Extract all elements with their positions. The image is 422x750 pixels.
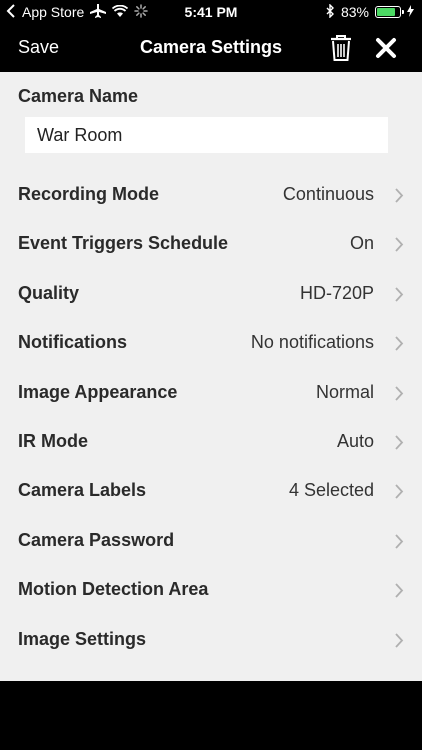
settings-row-notifications[interactable]: Notifications No notifications <box>0 319 422 368</box>
settings-row-label: Notifications <box>18 332 128 353</box>
settings-row-image-appearance[interactable]: Image Appearance Normal <box>0 369 422 418</box>
trash-icon[interactable] <box>329 35 353 61</box>
bluetooth-icon <box>326 2 335 21</box>
status-bar: App Store 5:41 PM 83% <box>0 0 422 24</box>
battery-icon <box>375 6 404 18</box>
settings-row-ir-mode[interactable]: IR Mode Auto <box>0 418 422 467</box>
chevron-right-icon <box>395 385 404 401</box>
settings-row-label: Image Appearance <box>18 381 178 402</box>
settings-row-quality[interactable]: Quality HD-720P <box>0 270 422 319</box>
settings-row-camera-password[interactable]: Camera Password <box>0 517 422 566</box>
chevron-right-icon <box>395 632 404 648</box>
settings-row-label: Camera Password <box>18 529 175 550</box>
settings-row-recording-mode[interactable]: Recording Mode Continuous <box>0 171 422 220</box>
settings-row-label: Recording Mode <box>18 184 160 204</box>
settings-row-value: Auto <box>336 431 374 451</box>
charging-bolt-icon <box>407 4 414 20</box>
settings-row-value: Normal <box>315 381 374 402</box>
bottom-area <box>0 681 422 750</box>
page-title: Camera Settings <box>139 37 283 57</box>
settings-row-event-triggers-schedule[interactable]: Event Triggers Schedule On <box>0 220 422 269</box>
navigation-bar: Save Camera Settings <box>0 24 422 72</box>
settings-row-label: Image Settings <box>18 628 147 649</box>
settings-row-motion-detection-area[interactable]: Motion Detection Area <box>0 566 422 615</box>
close-icon[interactable] <box>374 36 398 60</box>
battery-level <box>377 8 396 16</box>
settings-content: Camera Name Recording Mode Continuous Even… <box>0 72 422 681</box>
settings-row-camera-labels[interactable]: Camera Labels 4 Selected <box>0 467 422 516</box>
save-button[interactable]: Save <box>18 37 59 58</box>
settings-row-label: Event Triggers Schedule <box>18 233 229 254</box>
settings-row-value: 4 Selected <box>288 480 374 501</box>
chevron-right-icon <box>395 534 404 549</box>
status-right: 83% <box>326 2 414 21</box>
settings-row-label: Quality <box>18 282 80 303</box>
settings-row-value: No notifications <box>250 332 374 353</box>
camera-name-input[interactable] <box>25 117 388 153</box>
settings-row-value: Continuous <box>282 184 374 204</box>
chevron-right-icon <box>395 583 404 598</box>
settings-row-label: Camera Labels <box>18 480 147 501</box>
settings-row-label: IR Mode <box>18 431 88 451</box>
camera-name-label: Camera Name <box>18 86 139 106</box>
settings-row-label: Motion Detection Area <box>18 579 209 600</box>
settings-row-image-settings[interactable]: Image Settings <box>0 616 422 665</box>
chevron-right-icon <box>395 435 404 450</box>
battery-percent: 83% <box>340 4 369 20</box>
chevron-right-icon <box>395 237 404 253</box>
chevron-right-icon <box>395 287 404 302</box>
chevron-right-icon <box>395 336 404 351</box>
chevron-right-icon <box>395 484 404 500</box>
settings-row-value: HD-720P <box>299 282 374 303</box>
settings-row-value: On <box>349 233 374 254</box>
chevron-right-icon <box>395 188 404 203</box>
